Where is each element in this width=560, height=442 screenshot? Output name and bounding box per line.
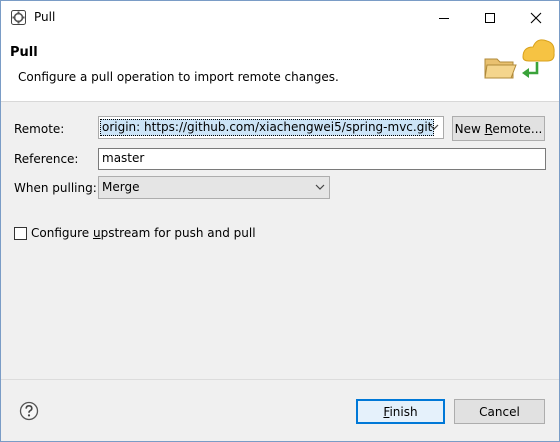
header-description: Configure a pull operation to import rem… — [18, 70, 339, 84]
finish-button[interactable]: Finish — [356, 399, 445, 424]
help-icon[interactable] — [19, 401, 39, 421]
reference-input[interactable] — [102, 151, 532, 165]
remote-select[interactable]: origin: https://github.com/xiachengwei5/… — [98, 116, 444, 139]
maximize-icon — [485, 13, 495, 23]
chevron-down-icon — [315, 184, 325, 190]
minimize-button[interactable] — [421, 1, 467, 35]
remote-value: origin: https://github.com/xiachengwei5/… — [100, 119, 435, 136]
configure-upstream-label: Configure upstream for push and pull — [31, 226, 256, 240]
remote-label: Remote: — [14, 122, 65, 136]
maximize-button[interactable] — [467, 1, 513, 35]
eclipse-app-icon — [11, 10, 26, 25]
cloud-folder-pull-icon — [484, 39, 555, 79]
reference-field[interactable] — [98, 148, 546, 170]
dialog-header: Pull Configure a pull operation to impor… — [1, 35, 559, 102]
cancel-button[interactable]: Cancel — [454, 399, 545, 424]
when-pulling-label: When pulling: — [14, 181, 97, 195]
new-remote-button[interactable]: New Remote... — [452, 116, 545, 141]
new-remote-label: New Remote... — [454, 121, 543, 136]
chevron-down-icon — [429, 124, 439, 130]
reference-label: Reference: — [14, 152, 79, 166]
title-bar[interactable]: Pull — [1, 1, 559, 35]
close-button[interactable] — [513, 1, 559, 35]
window-title: Pull — [34, 10, 56, 24]
footer-divider — [1, 379, 559, 380]
configure-upstream-checkbox[interactable] — [14, 226, 27, 240]
pull-dialog: Pull Pull Configure a pull operation to … — [0, 0, 560, 442]
close-icon — [530, 12, 542, 24]
when-pulling-select[interactable]: Merge — [98, 176, 330, 199]
minimize-icon — [439, 18, 449, 19]
header-title: Pull — [10, 45, 38, 60]
when-pulling-value: Merge — [102, 180, 140, 194]
configure-upstream-option[interactable]: Configure upstream for push and pull — [14, 226, 256, 240]
finish-label: Finish — [383, 404, 418, 419]
cancel-label: Cancel — [479, 404, 520, 419]
